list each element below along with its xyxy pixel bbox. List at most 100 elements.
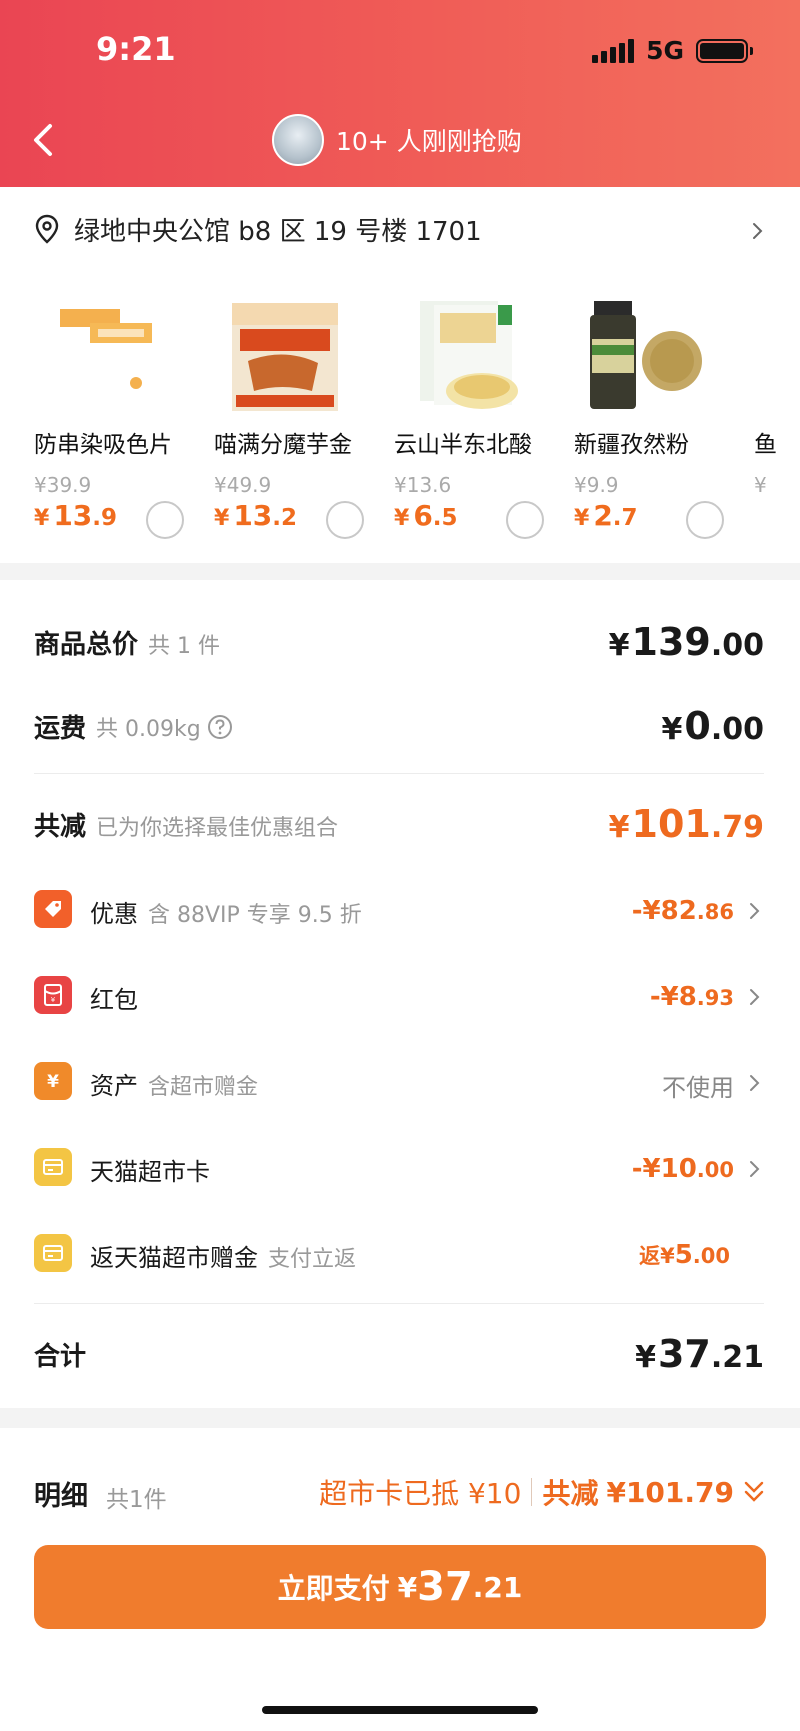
address-row[interactable]: 绿地中央公馆 b8 区 19 号楼 1701 <box>34 209 764 249</box>
product-price: ¥13.9 <box>34 499 118 532</box>
select-radio[interactable] <box>686 501 724 539</box>
product-name: 防串染吸色片 <box>34 432 172 458</box>
pay-amount: 37 <box>417 1564 473 1610</box>
discount-hint: 含 88VIP 专享 9.5 折 <box>148 903 362 928</box>
signal-icon <box>592 38 635 63</box>
shipping-amount: ¥0.00 <box>661 704 764 748</box>
divider <box>531 1478 533 1506</box>
product-image <box>60 309 152 403</box>
svg-text:¥: ¥ <box>51 996 56 1004</box>
recent-buyers: 10+ 人刚刚抢购 <box>272 114 522 166</box>
shipping-label: 运费 <box>34 714 87 744</box>
product-card[interactable]: 鱼 ¥ <box>754 299 800 539</box>
product-card[interactable]: 防串染吸色片 ¥39.9 ¥13.9 <box>34 299 198 539</box>
recommendation-list: 防串染吸色片 ¥39.9 ¥13.9 喵满分魔芋金 ¥49.9 ¥13.2 云山… <box>34 299 800 539</box>
card-icon <box>34 1148 72 1186</box>
discount-amount: -¥8.93 <box>649 982 734 1012</box>
product-image <box>420 301 518 409</box>
grand-total-row: 合计 ¥37.21 <box>34 1332 764 1382</box>
chevron-right-icon <box>753 223 763 239</box>
battery-icon <box>696 38 753 63</box>
discount-label: 红包 <box>90 986 138 1014</box>
location-pin-icon <box>35 214 59 244</box>
discount-hint: 含超市赠金 <box>148 1075 259 1100</box>
product-image <box>232 303 338 411</box>
discount-row-cashback: 返天猫超市赠金 支付立返 返¥5.00 <box>34 1234 764 1274</box>
header: 9:21 5G 10+ 人刚刚抢购 <box>0 0 800 187</box>
product-name: 喵满分魔芋金 <box>214 432 352 458</box>
goods-total-row: 商品总价共 1 件 ¥139.00 <box>34 620 764 670</box>
divider <box>34 773 764 774</box>
product-image <box>590 301 702 409</box>
card-icon <box>34 1234 72 1272</box>
discount-amount: 返¥5.00 <box>639 1240 730 1270</box>
back-button[interactable] <box>28 120 58 160</box>
chevron-right-icon <box>750 903 760 919</box>
recent-buyers-text: 10+ 人刚刚抢购 <box>336 127 522 156</box>
discount-label: 天猫超市卡 <box>90 1158 210 1186</box>
discount-amount: 不使用 <box>662 1074 734 1102</box>
discount-label: 资产 <box>90 1072 138 1100</box>
svg-text:¥: ¥ <box>47 1072 59 1092</box>
product-price: ¥13.2 <box>214 499 298 532</box>
chevron-right-icon <box>750 989 760 1005</box>
product-original-price: ¥9.9 <box>574 473 619 497</box>
grand-total-label: 合计 <box>34 1342 87 1372</box>
discount-row-red-packet[interactable]: ¥ 红包 -¥8.93 <box>34 976 764 1016</box>
tag-icon <box>34 890 72 928</box>
card-deducted-text: 超市卡已抵 ¥10 <box>319 1477 522 1510</box>
product-name: 鱼 <box>754 432 777 458</box>
discount-amount: -¥82.86 <box>631 896 734 926</box>
discount-hint: 支付立返 <box>268 1247 357 1272</box>
avatar <box>272 114 324 166</box>
total-reduce-amount: ¥101.79 <box>606 1475 734 1509</box>
total-discount-amount: ¥101.79 <box>608 802 764 846</box>
shipping-weight: 共 0.09kg <box>96 716 201 742</box>
discount-amount: -¥10.00 <box>631 1154 734 1184</box>
product-original-price: ¥49.9 <box>214 473 272 497</box>
chevron-left-icon <box>34 124 52 156</box>
select-radio[interactable] <box>146 501 184 539</box>
order-summary: 商品总价共 1 件 ¥139.00 运费共 0.09kg ¥0.00 共减 已为你… <box>0 580 800 1408</box>
detail-summary[interactable]: 超市卡已抵 ¥10 共减 ¥101.79 <box>319 1472 766 1512</box>
discount-row-supermarket-card[interactable]: 天猫超市卡 -¥10.00 <box>34 1148 764 1188</box>
status-icons: 5G <box>592 36 753 65</box>
grand-total-amount: ¥37.21 <box>635 1332 764 1376</box>
total-discount-label: 共减 <box>34 812 87 842</box>
discount-row-assets[interactable]: ¥ 资产 含超市赠金 不使用 <box>34 1062 764 1102</box>
product-card[interactable]: 云山半东北酸 ¥13.6 ¥6.5 <box>394 299 558 539</box>
home-indicator[interactable] <box>262 1706 538 1714</box>
product-original-price: ¥ <box>754 473 767 497</box>
double-chevron-down-icon <box>744 1481 764 1502</box>
divider <box>34 1303 764 1304</box>
product-original-price: ¥13.6 <box>394 473 452 497</box>
address-card: 绿地中央公馆 b8 区 19 号楼 1701 防串染吸色片 ¥39.9 ¥13.… <box>0 187 800 563</box>
help-icon[interactable] <box>207 714 233 740</box>
checkout-bar: 明细 共1件 超市卡已抵 ¥10 共减 ¥101.79 立即支付 ¥ 37.21 <box>0 1428 800 1731</box>
total-discount-hint: 已为你选择最佳优惠组合 <box>96 816 339 841</box>
product-original-price: ¥39.9 <box>34 473 92 497</box>
network-label: 5G <box>646 36 684 65</box>
product-card[interactable]: 新疆孜然粉 ¥9.9 ¥2.7 <box>574 299 738 539</box>
chevron-right-icon <box>750 1075 760 1091</box>
product-name: 云山半东北酸 <box>394 432 532 458</box>
product-card[interactable]: 喵满分魔芋金 ¥49.9 ¥13.2 <box>214 299 378 539</box>
discount-row-promo[interactable]: 优惠含 88VIP 专享 9.5 折 -¥82.86 <box>34 890 764 930</box>
status-time: 9:21 <box>96 30 176 68</box>
discount-label: 返天猫超市赠金 <box>90 1244 258 1272</box>
detail-count: 共1件 <box>106 1487 167 1513</box>
discount-label: 优惠 <box>90 900 138 928</box>
red-packet-icon: ¥ <box>34 976 72 1014</box>
pay-now-button[interactable]: 立即支付 ¥ 37.21 <box>34 1545 766 1629</box>
shipping-row: 运费共 0.09kg ¥0.00 <box>34 704 764 754</box>
yen-icon: ¥ <box>34 1062 72 1100</box>
pay-label: 立即支付 <box>277 1572 390 1605</box>
select-radio[interactable] <box>326 501 364 539</box>
chevron-right-icon <box>750 1161 760 1177</box>
goods-count: 共 1 件 <box>148 634 220 659</box>
product-name: 新疆孜然粉 <box>574 432 689 458</box>
product-price: ¥2.7 <box>574 499 638 532</box>
detail-label[interactable]: 明细 <box>34 1474 88 1513</box>
select-radio[interactable] <box>506 501 544 539</box>
goods-total-label: 商品总价 <box>34 630 139 660</box>
